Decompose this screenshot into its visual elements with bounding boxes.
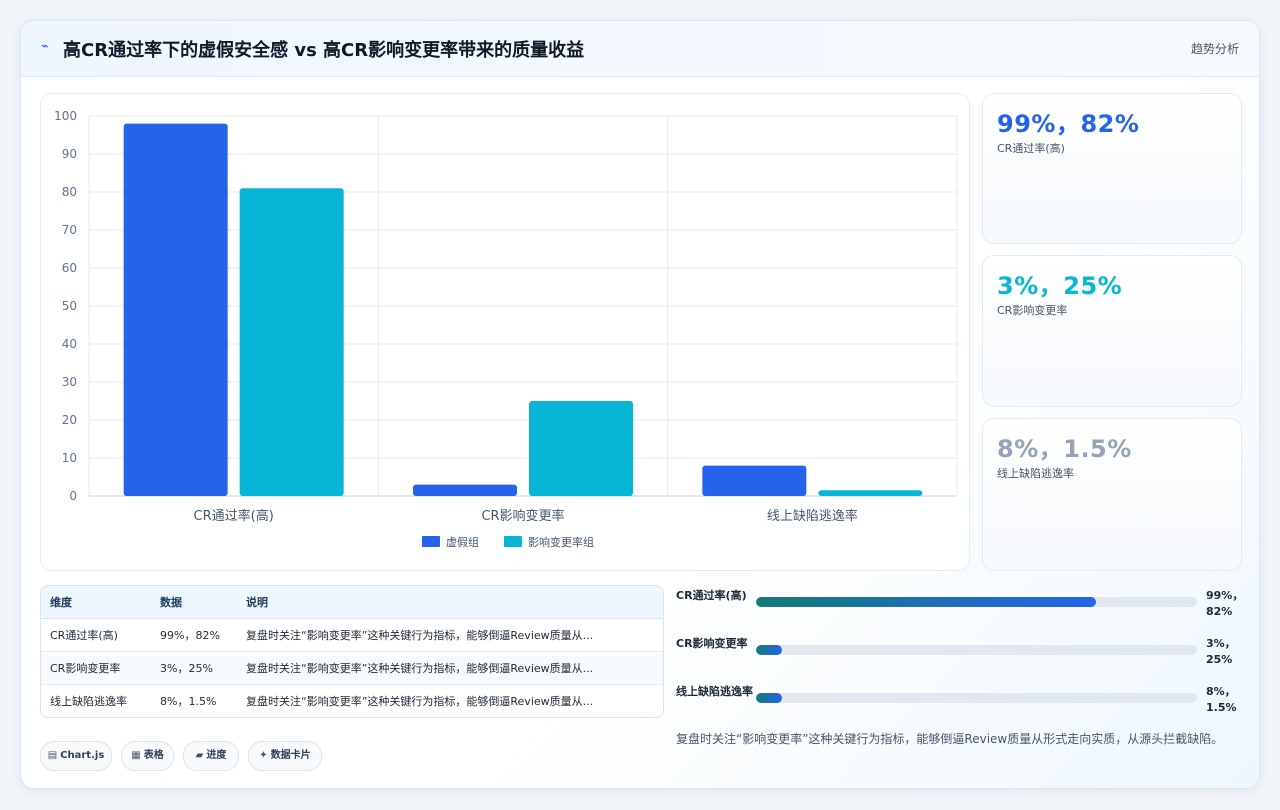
bar-chart: 0 10 20 30 40 50 60 70 80 90 100 CR通过率(高) CR影响变更率 线上缺…	[54, 109, 958, 549]
table-cell: 99%，82%	[151, 618, 237, 652]
table-cell: 线上缺陷逃逸率	[50, 695, 127, 708]
y-tick-label: 100	[54, 109, 77, 123]
chart-card: 0 10 20 30 40 50 60 70 80 90 100 CR通过率(高) CR影响变更率 线上缺…	[40, 93, 970, 571]
y-tick-label: 30	[62, 375, 77, 389]
legend-swatch	[422, 536, 440, 547]
table-cell: 复盘时关注“影响变更率”这种关键行为指标，能够倒逼Review质量从...	[237, 651, 663, 685]
table-cell: 3%，25%	[151, 651, 237, 685]
progress-value: 99%，82%	[1206, 589, 1244, 618]
progress-track	[756, 693, 1197, 703]
bar	[529, 401, 633, 496]
y-tick-label: 10	[62, 451, 77, 465]
progress-label: CR影响变更率	[676, 637, 748, 650]
chip-label: 数据卡片	[270, 750, 311, 761]
y-tick-label: 20	[62, 413, 77, 427]
progress-track	[756, 645, 1197, 655]
table-row: CR影响变更率 3%，25% 复盘时关注“影响变更率”这种关键行为指标，能够倒逼…	[41, 651, 663, 685]
y-tick-label: 70	[62, 223, 77, 237]
progress-fill	[756, 645, 783, 655]
x-tick-label: 线上缺陷逃逸率	[767, 508, 858, 524]
bar	[239, 188, 344, 496]
y-tick-label: 0	[69, 489, 77, 503]
stat-card-cr-impact: 3%，25% CR影响变更率	[982, 255, 1242, 407]
chip-data-card[interactable]: ✦ 数据卡片	[248, 741, 322, 771]
progress-track	[756, 597, 1197, 607]
table-header-dimension: 维度	[41, 586, 151, 619]
analysis-tag: 趋势分析	[1190, 42, 1239, 56]
table-cell: 复盘时关注“影响变更率”这种关键行为指标，能够倒逼Review质量从...	[237, 618, 663, 652]
bar	[413, 484, 517, 496]
chip-label: 进度	[206, 750, 227, 761]
progress-fill	[756, 597, 1096, 607]
page-title: 高CR通过率下的虚假安全感 vs 高CR影响变更率带来的质量收益	[63, 40, 585, 61]
panel-header: ⌁ 高CR通过率下的虚假安全感 vs 高CR影响变更率带来的质量收益 趋势分析	[21, 21, 1259, 77]
x-tick-label: CR影响变更率	[481, 508, 564, 524]
stat-value: 3%，25%	[997, 272, 1123, 300]
bar	[123, 123, 228, 496]
legend-label: 虚假组	[446, 535, 479, 549]
progress-value: 3%，25%	[1206, 637, 1236, 666]
table-row: CR通过率(高) 99%，82% 复盘时关注“影响变更率”这种关键行为指标，能够…	[41, 618, 663, 652]
y-tick-label: 50	[62, 299, 77, 313]
progress-icon: ▰	[195, 750, 204, 761]
chip-label: 表格	[143, 750, 164, 761]
progress-label: 线上缺陷逃逸率	[676, 685, 753, 698]
progress-value: 8%，1.5%	[1206, 685, 1237, 714]
bar	[702, 465, 807, 496]
progress-row: CR影响变更率 3%，25%	[676, 636, 1236, 670]
chart-icon: ▤	[47, 750, 58, 761]
data-table: 维度 数据 说明 CR通过率(高) 99%，82% 复盘时关注“影响变更率”这种…	[41, 586, 663, 717]
sparkle-icon: ✦	[259, 750, 268, 761]
bar	[818, 490, 923, 496]
legend-swatch	[504, 536, 522, 547]
table-cell: CR通过率(高)	[41, 618, 151, 652]
progress-fill	[756, 693, 783, 703]
data-table-card: 维度 数据 说明 CR通过率(高) 99%，82% 复盘时关注“影响变更率”这种…	[40, 585, 664, 718]
table-header-data: 数据	[151, 586, 237, 619]
table-cell: CR影响变更率	[41, 651, 151, 685]
progress-row: CR通过率(高) 99%，82%	[676, 588, 1243, 622]
progress-row: 线上缺陷逃逸率 8%，1.5%	[676, 684, 1237, 718]
legend-label: 影响变更率组	[528, 535, 594, 549]
x-tick-label: CR通过率(高)	[194, 508, 274, 524]
stat-label: CR通过率(高)	[997, 142, 1065, 155]
stat-card-defect-escape: 8%，1.5% 线上缺陷逃逸率	[982, 418, 1242, 571]
stat-value: 8%，1.5%	[997, 435, 1132, 463]
dashboard-panel: ⌁ 高CR通过率下的虚假安全感 vs 高CR影响变更率带来的质量收益 趋势分析 …	[20, 20, 1260, 789]
y-tick-label: 40	[62, 337, 77, 351]
stat-card-cr-pass: 99%，82% CR通过率(高)	[982, 93, 1242, 244]
pulse-icon: ⌁	[41, 39, 49, 54]
table-cell: 复盘时关注“影响变更率”这种关键行为指标，能够倒逼Review质量从...	[246, 695, 594, 708]
table-row: 线上缺陷逃逸率 8%，1.5% 复盘时关注“影响变更率”这种关键行为指标，能够倒…	[41, 685, 663, 718]
y-tick-label: 90	[62, 147, 77, 161]
table-header-description: 说明	[237, 586, 663, 619]
chip-label: Chart.js	[60, 750, 105, 761]
table-cell: 8%，1.5%	[160, 695, 217, 708]
chip-progress[interactable]: ▰ 进度	[183, 741, 239, 771]
stat-label: 线上缺陷逃逸率	[997, 467, 1074, 480]
chip-table[interactable]: ▦ 表格	[121, 741, 174, 771]
table-header-row: 维度 数据 说明	[41, 586, 663, 619]
chip-chartjs[interactable]: ▤ Chart.js	[40, 741, 112, 771]
stat-value: 99%，82%	[997, 110, 1140, 138]
progress-label: CR通过率(高)	[676, 589, 747, 602]
table-icon: ▦	[131, 750, 141, 761]
stat-label: CR影响变更率	[997, 304, 1068, 317]
summary-note: 复盘时关注“影响变更率”这种关键行为指标，能够倒逼Review质量从形式走向实质…	[676, 732, 1224, 746]
y-tick-label: 80	[62, 185, 77, 199]
y-tick-label: 60	[62, 261, 77, 275]
